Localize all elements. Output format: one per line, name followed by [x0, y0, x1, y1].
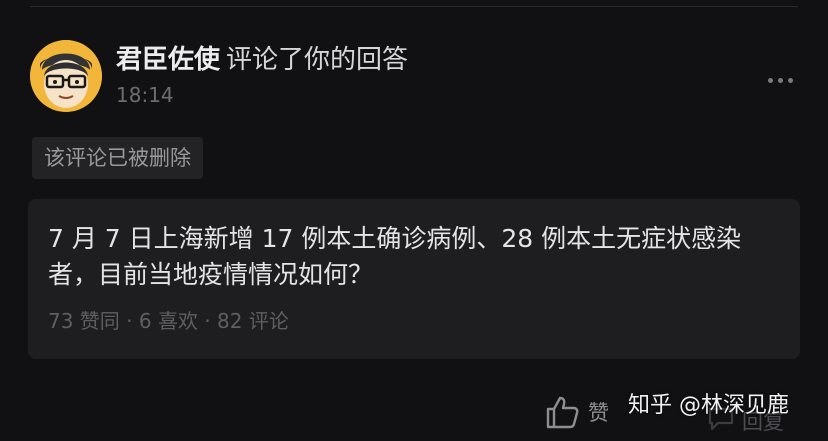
more-dot-icon — [787, 77, 793, 83]
question-stats: 73 赞同 · 6 喜欢 · 82 评论 — [48, 309, 289, 333]
question-title[interactable]: 7 月 7 日上海新增 17 例本土确诊病例、28 例本土无症状感染者，目前当地… — [48, 221, 778, 293]
avatar-illustration — [30, 40, 102, 112]
thumbs-up-icon — [546, 396, 579, 429]
timestamp: 18:14 — [116, 83, 174, 107]
like-button[interactable]: 赞 — [544, 392, 609, 432]
notification-header: 君臣佐使 评论了你的回答 — [116, 44, 408, 76]
author-name[interactable]: 君臣佐使 — [116, 45, 220, 75]
top-divider — [30, 6, 798, 7]
deleted-comment-notice: 该评论已被删除 — [32, 137, 203, 179]
watermark: 知乎 @林深见鹿 — [628, 393, 789, 418]
more-dot-icon — [767, 77, 773, 83]
more-dot-icon — [777, 77, 783, 83]
like-label: 赞 — [588, 401, 609, 425]
question-card[interactable]: 7 月 7 日上海新增 17 例本土确诊病例、28 例本土无症状感染者，目前当地… — [28, 199, 800, 359]
more-button[interactable] — [760, 70, 800, 90]
avatar[interactable] — [30, 40, 102, 112]
action-text: 评论了你的回答 — [226, 45, 409, 75]
